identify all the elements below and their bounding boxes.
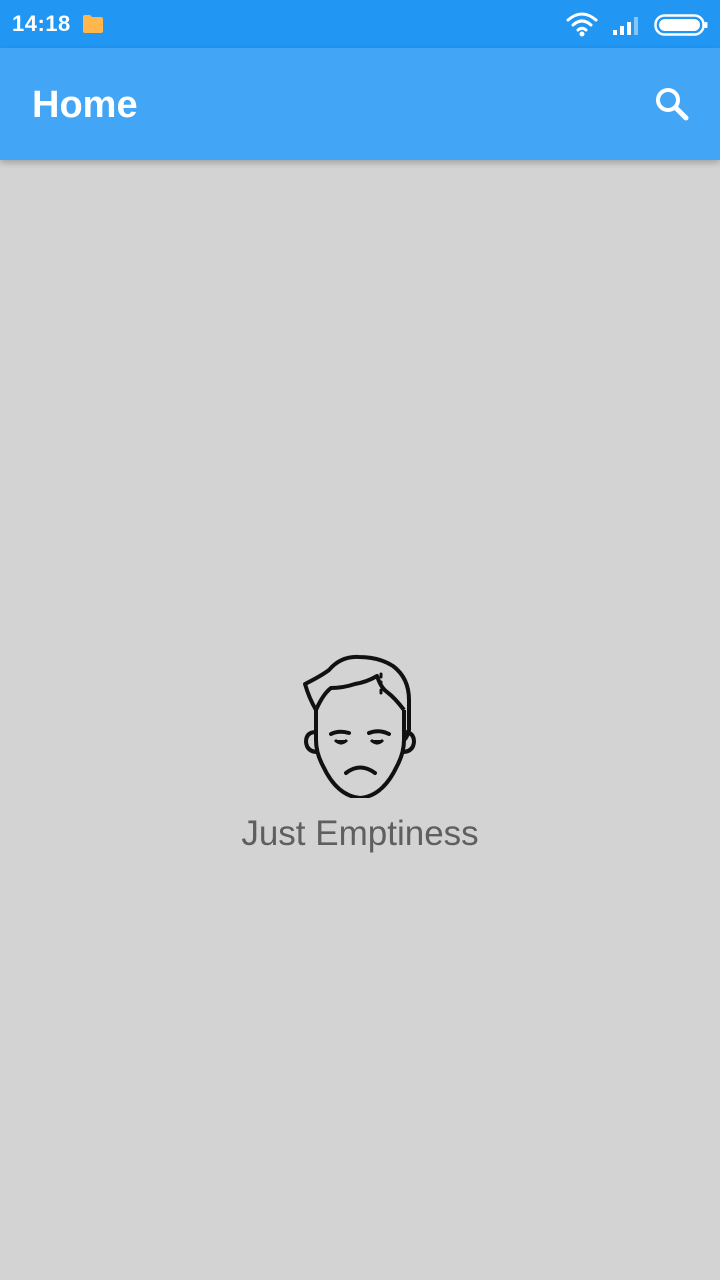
empty-message: Just Emptiness [241, 814, 479, 853]
empty-state: Just Emptiness [0, 640, 720, 854]
status-bar: 14:18 [0, 0, 720, 48]
signal-icon [613, 17, 638, 35]
page-title: Home [32, 84, 138, 126]
status-time: 14:18 [12, 11, 71, 36]
search-icon [656, 88, 689, 121]
folder-icon [83, 15, 103, 33]
wifi-icon [566, 12, 598, 37]
app-bar: Home [0, 48, 720, 160]
search-button[interactable] [640, 72, 704, 136]
sad-face-icon [303, 654, 417, 798]
battery-icon [654, 14, 708, 36]
